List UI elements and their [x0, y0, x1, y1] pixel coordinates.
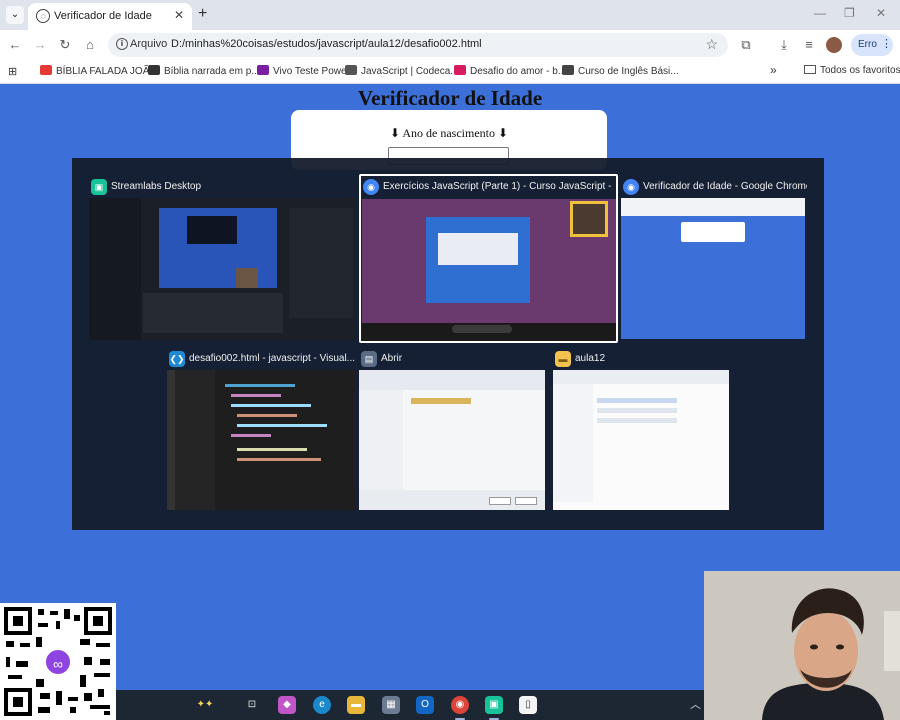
- bookmark-item[interactable]: Curso de Inglês Bási...: [562, 65, 679, 77]
- home-icon[interactable]: ⌂: [82, 37, 98, 52]
- switcher-window-youtube[interactable]: ◉ Exercícios JavaScript (Parte 1) - Curs…: [359, 174, 618, 343]
- page-icon: [345, 65, 357, 75]
- person-image: [704, 571, 900, 720]
- qr-code-overlay: ∞: [0, 603, 116, 720]
- back-icon[interactable]: ←: [7, 37, 23, 52]
- dialog-icon: ▤: [361, 351, 377, 367]
- switcher-window-verificador[interactable]: ◉ Verificador de Idade - Google Chrome: [621, 176, 807, 340]
- site-chip[interactable]: Arquivo: [130, 38, 167, 50]
- link-icon: ∞: [44, 648, 72, 676]
- switcher-window-title: Verificador de Idade - Google Chrome: [643, 181, 807, 192]
- image-icon: [148, 65, 160, 75]
- tab-search-button[interactable]: ⌄: [6, 6, 24, 24]
- apps-grid-icon[interactable]: ⊞: [8, 65, 17, 78]
- streamlabs-icon[interactable]: ▣: [485, 696, 503, 714]
- thumbnail: [621, 198, 805, 339]
- info-icon[interactable]: i: [116, 38, 128, 50]
- chrome-icon[interactable]: ◉: [451, 696, 469, 714]
- thumbnail: [553, 370, 729, 510]
- bookmarks-bar: ⊞ BÍBLIA FALADA JOÃ... Bíblia narrada em…: [0, 60, 900, 84]
- switcher-window-title: aula12: [575, 353, 606, 364]
- bookmark-item[interactable]: JavaScript | Codeca...: [345, 65, 459, 77]
- switcher-window-title: Streamlabs Desktop: [111, 181, 202, 192]
- more-bookmarks-icon[interactable]: »: [770, 63, 777, 77]
- all-bookmarks-folder[interactable]: Todos os favoritos: [804, 65, 900, 76]
- switcher-window-abrir[interactable]: ▤ Abrir: [359, 348, 547, 512]
- window-switcher: ▣ Streamlabs Desktop ◉ Exercícios JavaSc…: [72, 158, 824, 530]
- address-bar[interactable]: i Arquivo D:/minhas%20coisas/estudos/jav…: [108, 33, 728, 57]
- globe-icon: ◌: [36, 9, 50, 23]
- avatar[interactable]: [826, 37, 842, 53]
- browser-toolbar: ← → ↻ ⌂ i Arquivo D:/minhas%20coisas/est…: [0, 30, 900, 60]
- outlook-icon[interactable]: O: [416, 696, 434, 714]
- bookmark-item[interactable]: Vivo Teste Power: [257, 65, 350, 77]
- notepad-icon[interactable]: ▯: [519, 696, 537, 714]
- tab-strip: ⌄ ◌ Verificador de Idade ✕ + — ❐ ✕: [0, 0, 900, 30]
- switcher-window-vscode[interactable]: ❮❯ desafio002.html - javascript - Visual…: [167, 348, 355, 512]
- course-icon: [562, 65, 574, 75]
- youtube-icon: [40, 65, 52, 75]
- store-icon[interactable]: ▦: [382, 696, 400, 714]
- forward-icon[interactable]: →: [32, 37, 48, 52]
- taskbar: ✦✦ ⊡ ◆ e ▬ ▦ O ◉ ▣ ▯ ︿: [116, 690, 704, 720]
- reload-icon[interactable]: ↻: [57, 37, 73, 53]
- new-tab-button[interactable]: +: [198, 5, 207, 23]
- tab-title: Verificador de Idade: [54, 10, 152, 22]
- page-title: Verificador de Idade: [357, 86, 543, 110]
- more-icon: ⋮: [881, 38, 892, 50]
- bookmark-star-icon[interactable]: ☆: [705, 36, 718, 53]
- chrome-icon: ◉: [363, 179, 379, 195]
- thumbnail: [89, 198, 355, 340]
- thumbnail: [167, 370, 355, 510]
- switcher-window-title: Abrir: [381, 353, 403, 364]
- media-icon[interactable]: ≡: [801, 37, 817, 52]
- restore-icon[interactable]: ❐: [844, 6, 855, 20]
- chevron-up-icon[interactable]: ︿: [690, 696, 701, 712]
- extensions-icon[interactable]: ⧉: [738, 37, 754, 53]
- task-view-icon[interactable]: ⊡: [243, 696, 261, 714]
- url-text[interactable]: D:/minhas%20coisas/estudos/javascript/au…: [171, 38, 482, 50]
- bookmark-item[interactable]: Desafio do amor - b...: [454, 65, 566, 77]
- tab-active[interactable]: ◌ Verificador de Idade ✕: [28, 3, 192, 30]
- switcher-window-aula12[interactable]: ▬ aula12: [553, 348, 731, 512]
- minimize-icon[interactable]: —: [814, 6, 826, 20]
- chrome-icon: ◉: [623, 179, 639, 195]
- download-icon[interactable]: ⤓: [776, 37, 792, 53]
- close-icon[interactable]: ✕: [174, 8, 184, 22]
- switcher-window-title: desafio002.html - javascript - Visual...: [189, 353, 355, 364]
- bookmark-item[interactable]: BÍBLIA FALADA JOÃ...: [40, 65, 158, 77]
- switcher-window-title: Exercícios JavaScript (Parte 1) - Curso …: [383, 181, 613, 192]
- vscode-icon: ❮❯: [169, 351, 185, 367]
- vivo-icon: [257, 65, 269, 75]
- profile-error-button[interactable]: Erro ⋮: [851, 34, 893, 56]
- file-explorer-icon[interactable]: ▬: [347, 696, 365, 714]
- folder-icon: ▬: [555, 351, 571, 367]
- thumbnail: [359, 370, 545, 510]
- birth-year-label: ⬇ Ano de nascimento ⬇: [389, 126, 509, 140]
- thumbnail: [362, 199, 616, 341]
- folder-icon: [804, 65, 816, 74]
- copilot-icon[interactable]: ✦✦: [196, 696, 214, 714]
- office-icon[interactable]: ◆: [278, 696, 296, 714]
- bookmark-item[interactable]: Bíblia narrada em p...: [148, 65, 260, 77]
- switcher-window-streamlabs[interactable]: ▣ Streamlabs Desktop: [89, 176, 355, 342]
- window-close-icon[interactable]: ✕: [876, 6, 886, 20]
- heart-icon: [454, 65, 466, 75]
- webcam-overlay: [704, 571, 900, 720]
- streamlabs-icon: ▣: [91, 179, 107, 195]
- edge-icon[interactable]: e: [313, 696, 331, 714]
